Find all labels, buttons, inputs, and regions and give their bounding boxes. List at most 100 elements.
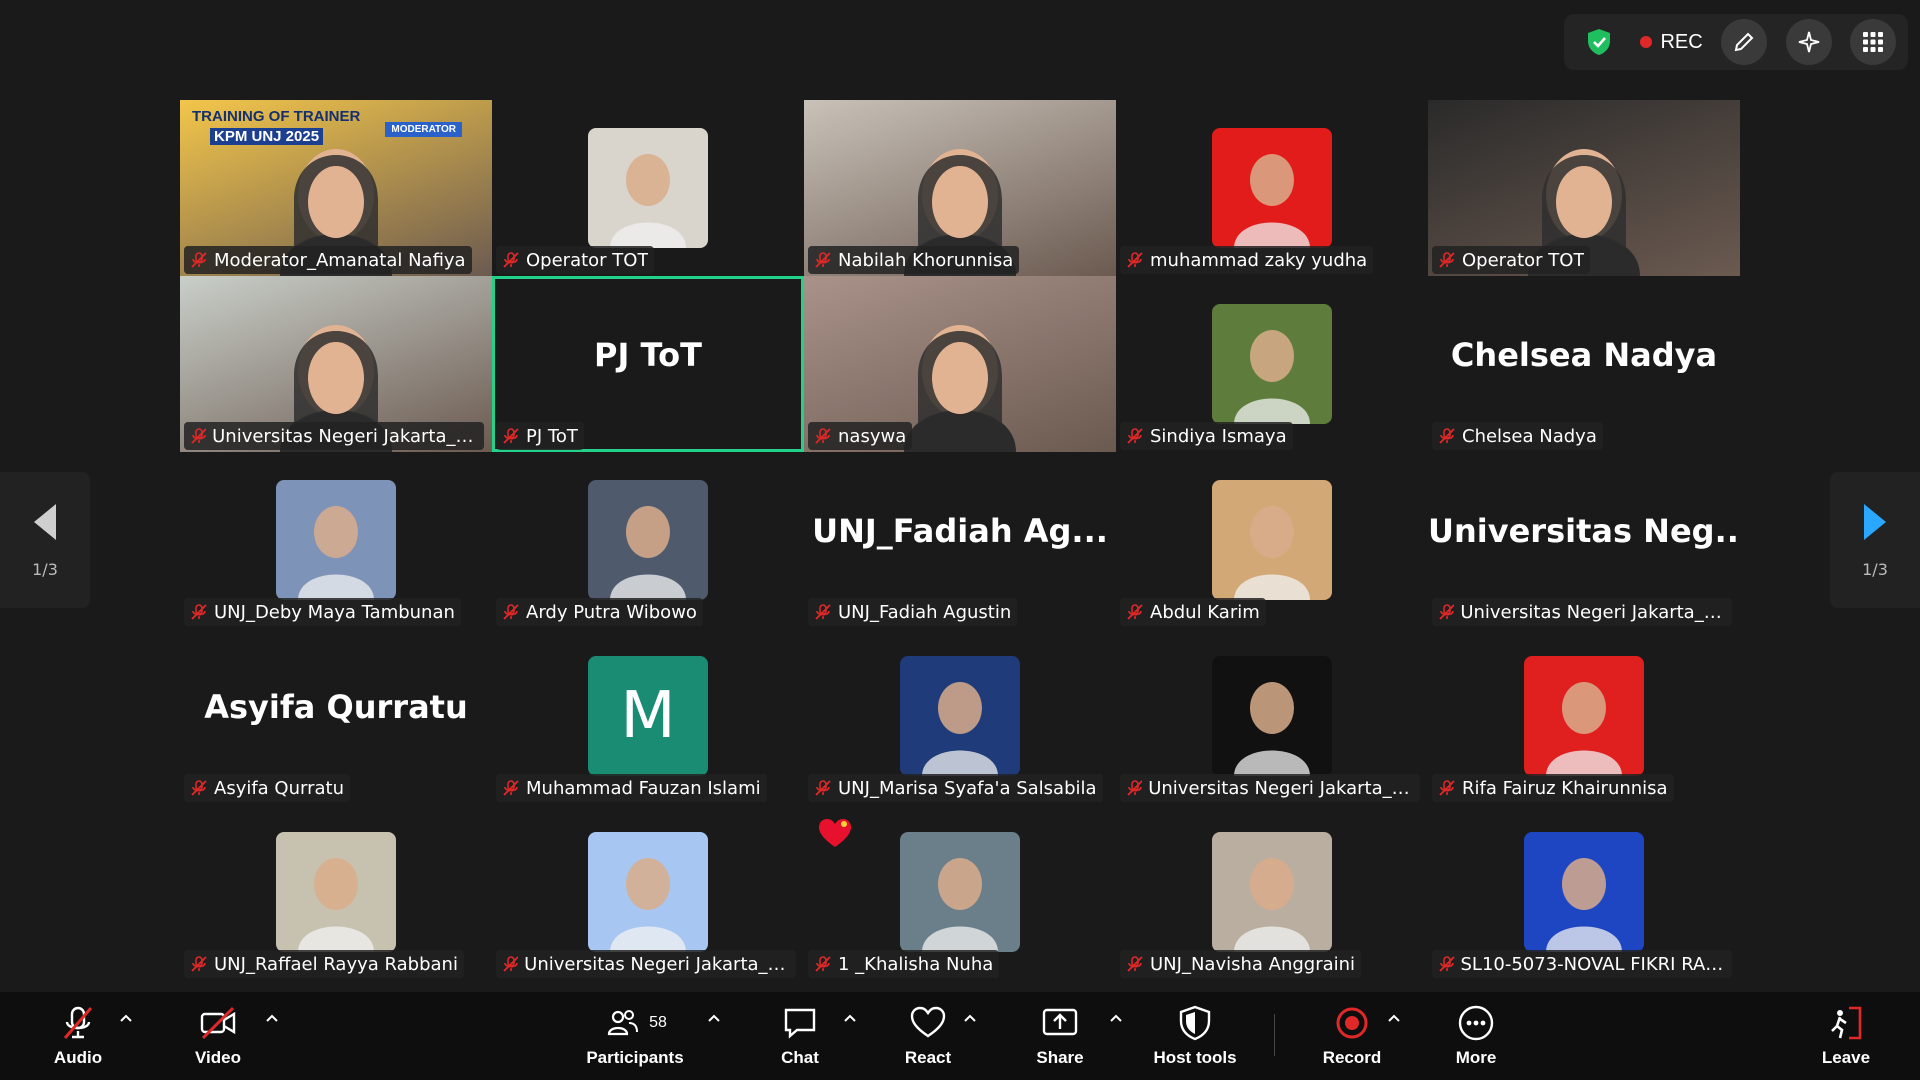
meeting-toolbar: Audio Video 58 Participants Chat React S…	[0, 992, 1920, 1080]
participant-tile[interactable]: SL10-5073-NOVAL FIKRI RAMA...	[1428, 804, 1740, 980]
audio-options-chevron-icon[interactable]	[118, 1010, 134, 1026]
participant-tile[interactable]: Rifa Fairuz Khairunnisa	[1428, 628, 1740, 804]
participant-avatar	[900, 832, 1020, 952]
participant-tile[interactable]: Chelsea Nadya Chelsea Nadya	[1428, 276, 1740, 452]
audio-button[interactable]: Audio	[40, 992, 116, 1080]
more-dots-icon	[1458, 1005, 1494, 1041]
mic-muted-icon	[814, 427, 832, 445]
share-button[interactable]: Share	[1022, 992, 1098, 1080]
participants-button[interactable]: 58 Participants	[580, 992, 690, 1080]
participant-tile[interactable]: nasywa	[804, 276, 1116, 452]
mic-muted-icon	[1438, 251, 1456, 269]
shield-icon[interactable]	[1576, 19, 1622, 65]
participant-name: Muhammad Fauzan Islami	[526, 777, 761, 799]
heart-icon	[910, 1006, 946, 1038]
mic-muted-icon	[1126, 603, 1144, 621]
participant-name-tag: Rifa Fairuz Khairunnisa	[1432, 774, 1674, 802]
participant-tile[interactable]: Sindiya Ismaya	[1116, 276, 1428, 452]
participant-name: Chelsea Nadya	[1462, 425, 1597, 447]
participant-tile[interactable]: TRAINING OF TRAINER KPM UNJ 2025 MODERATOR…	[180, 100, 492, 276]
participant-name-tag: UNJ_Fadiah Agustin	[808, 598, 1018, 626]
participant-name-tag: Muhammad Fauzan Islami	[496, 774, 767, 802]
participant-tile[interactable]: M Muhammad Fauzan Islami	[492, 628, 804, 804]
record-button[interactable]: Record	[1314, 992, 1390, 1080]
participant-tile[interactable]: Ardy Putra Wibowo	[492, 452, 804, 628]
participant-name: Universitas Negeri Jakarta_Zas...	[1460, 601, 1726, 623]
annotate-button[interactable]	[1721, 19, 1768, 65]
participant-name-tag: UNJ_Deby Maya Tambunan	[184, 598, 461, 626]
recording-dot-icon	[1640, 36, 1653, 48]
chat-button[interactable]: Chat	[762, 992, 838, 1080]
participant-tile[interactable]: Nabilah Khorunnisa	[804, 100, 1116, 276]
apps-button[interactable]	[1849, 19, 1896, 65]
chat-options-chevron-icon[interactable]	[842, 1010, 858, 1026]
video-button[interactable]: Video	[180, 992, 256, 1080]
mic-muted-icon	[1126, 427, 1144, 445]
participant-gallery: TRAINING OF TRAINER KPM UNJ 2025 MODERATOR…	[180, 100, 1740, 980]
participant-avatar	[588, 832, 708, 952]
participants-options-chevron-icon[interactable]	[706, 1010, 722, 1026]
participant-tile[interactable]: muhammad zaky yudha	[1116, 100, 1428, 276]
participant-name: Universitas Negeri Jakarta_Gho...	[524, 953, 790, 975]
participant-name-tag: PJ ToT	[496, 422, 584, 450]
participant-tile[interactable]: Operator TOT	[492, 100, 804, 276]
participant-name: SL10-5073-NOVAL FIKRI RAMA...	[1460, 953, 1727, 975]
participant-avatar	[1212, 480, 1332, 600]
participant-name: Asyifa Qurratu	[214, 777, 344, 799]
mic-muted-icon	[502, 251, 520, 269]
participant-display-name: Chelsea Nadya	[1450, 336, 1718, 374]
participant-name: Universitas Negeri Jakarta_Ade...	[1148, 777, 1414, 799]
participant-avatar	[276, 480, 396, 600]
recording-indicator[interactable]: REC	[1640, 31, 1703, 54]
arrow-right-icon	[1864, 503, 1886, 540]
participant-tile[interactable]: Universitas Negeri Jakarta_Ade...	[1116, 628, 1428, 804]
participant-tile[interactable]: Universitas Negeri Jakarta_Gho...	[492, 804, 804, 980]
more-button[interactable]: More	[1438, 992, 1514, 1080]
record-options-chevron-icon[interactable]	[1386, 1010, 1402, 1026]
mic-muted-icon	[1438, 603, 1455, 621]
share-options-chevron-icon[interactable]	[1108, 1010, 1124, 1026]
chat-label: Chat	[781, 1048, 819, 1067]
participant-name-tag: Sindiya Ismaya	[1120, 422, 1293, 450]
react-button[interactable]: React	[890, 992, 966, 1080]
participants-count: 58	[649, 1014, 667, 1031]
participant-tile[interactable]: Universitas Neg... Universitas Negeri Jak…	[1428, 452, 1740, 628]
exit-door-icon	[1831, 1006, 1862, 1040]
participant-name: Sindiya Ismaya	[1150, 425, 1287, 447]
participant-name: Rifa Fairuz Khairunnisa	[1462, 777, 1668, 799]
participant-tile[interactable]: Universitas Negeri Jakarta_Tam...	[180, 276, 492, 452]
share-screen-icon	[1042, 1008, 1078, 1036]
participant-avatar	[1212, 832, 1332, 952]
react-options-chevron-icon[interactable]	[962, 1010, 978, 1026]
leave-button[interactable]: Leave	[1808, 992, 1884, 1080]
participant-tile[interactable]: Asyifa Qurratu Asyifa Qurratu	[180, 628, 492, 804]
participant-name-tag: Abdul Karim	[1120, 598, 1266, 626]
participant-tile[interactable]: UNJ_Deby Maya Tambunan	[180, 452, 492, 628]
next-page-button[interactable]: 1/3	[1830, 472, 1920, 608]
host-tools-button[interactable]: Host tools	[1140, 992, 1250, 1080]
previous-page-button[interactable]: 1/3	[0, 472, 90, 608]
chat-bubble-icon	[784, 1008, 816, 1039]
participant-tile[interactable]: PJ ToT PJ ToT	[492, 276, 804, 452]
mic-muted-icon	[814, 955, 832, 973]
video-options-chevron-icon[interactable]	[264, 1010, 280, 1026]
camera-off-icon	[200, 1006, 236, 1040]
mic-muted-icon	[814, 779, 832, 797]
participant-tile[interactable]: UNJ_Navisha Anggraini	[1116, 804, 1428, 980]
participant-name-tag: UNJ_Marisa Syafa'a Salsabila	[808, 774, 1103, 802]
participant-name-tag: Operator TOT	[496, 246, 655, 274]
mic-muted-icon	[190, 427, 207, 445]
participant-name: UNJ_Marisa Syafa'a Salsabila	[838, 777, 1097, 799]
participant-tile[interactable]: Operator TOT	[1428, 100, 1740, 276]
participant-tile[interactable]: UNJ_Marisa Syafa'a Salsabila	[804, 628, 1116, 804]
participant-tile[interactable]: Abdul Karim	[1116, 452, 1428, 628]
participant-tile[interactable]: UNJ_Raffael Rayya Rabbani	[180, 804, 492, 980]
next-page-indicator: 1/3	[1862, 559, 1888, 579]
participant-tile[interactable]: UNJ_Fadiah Ag... UNJ_Fadiah Agustin	[804, 452, 1116, 628]
mic-muted-icon	[814, 251, 832, 269]
banner-title: TRAINING OF TRAINER	[192, 108, 361, 125]
mic-muted-icon	[1126, 955, 1144, 973]
prev-page-indicator: 1/3	[32, 559, 58, 579]
ai-companion-button[interactable]	[1785, 19, 1832, 65]
participant-name: Ardy Putra Wibowo	[526, 601, 697, 623]
